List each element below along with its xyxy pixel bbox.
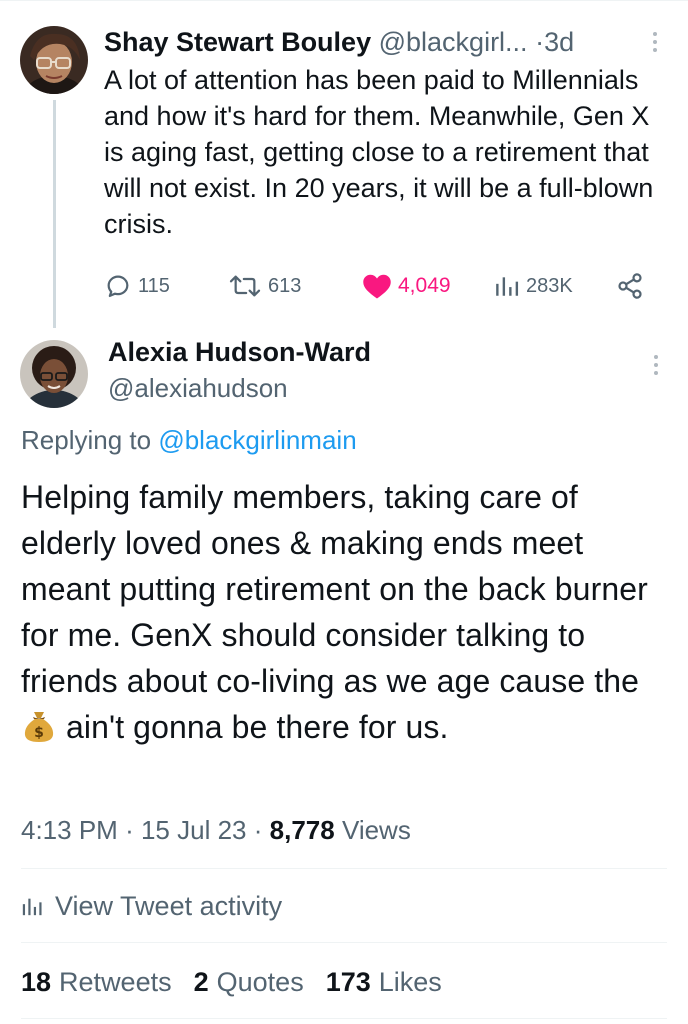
meta-separator: · [253, 815, 263, 845]
parent-tweet-time[interactable]: 3d [544, 27, 574, 57]
like-button[interactable]: 4,049 [362, 266, 451, 306]
view-tweet-activity-button[interactable]: View Tweet activity [21, 886, 282, 926]
more-options-icon[interactable] [646, 355, 666, 379]
tweet-text-part-1: Helping family members, taking care of e… [21, 479, 648, 699]
share-button[interactable] [616, 266, 644, 306]
reply-button[interactable]: 115 [104, 266, 170, 306]
share-icon [618, 273, 642, 299]
tweet-date[interactable]: 15 Jul 23 [141, 815, 247, 845]
parent-author-handle[interactable]: @blackgirl... [379, 27, 528, 57]
retweets-count[interactable]: 18 [21, 967, 51, 998]
focused-author-handle[interactable]: @alexiahudson [108, 370, 288, 406]
tweet-time[interactable]: 4:13 PM [21, 815, 118, 845]
engagement-counts: 18 Retweets 2 Quotes 173 Likes [21, 962, 464, 1002]
retweet-icon [229, 275, 261, 297]
parent-tweet-actions: 115 613 4,049 283K [104, 266, 664, 306]
more-options-icon[interactable] [644, 32, 666, 56]
retweets-label[interactable]: Retweets [59, 967, 172, 998]
parent-tweet-header: Shay Stewart Bouley @blackgirl... ·3d [104, 22, 644, 62]
focused-author-name[interactable]: Alexia Hudson-Ward [108, 334, 371, 370]
analytics-icon [496, 277, 519, 296]
tweet-meta-line: 4:13 PM · 15 Jul 23 · 8,778 Views [21, 810, 411, 850]
quotes-label[interactable]: Quotes [217, 967, 304, 998]
heart-filled-icon [363, 274, 391, 299]
header-separator: · [535, 27, 545, 57]
divider [21, 942, 667, 943]
focused-author-avatar[interactable] [20, 340, 88, 408]
view-tweet-activity-label: View Tweet activity [55, 890, 283, 921]
retweet-count: 613 [268, 274, 302, 297]
top-divider [0, 0, 688, 1]
svg-text:$: $ [34, 725, 44, 741]
replying-to-prefix: Replying to [21, 425, 152, 455]
analytics-icon [22, 898, 42, 916]
replying-to-line: Replying to @blackgirlinmain [21, 422, 357, 458]
money-bag-icon: $ [24, 712, 54, 742]
divider [21, 868, 667, 869]
quotes-count[interactable]: 2 [194, 967, 209, 998]
likes-count[interactable]: 173 [326, 967, 371, 998]
thread-connector-line [53, 100, 56, 328]
reply-icon [107, 275, 129, 298]
views-label: Views [341, 815, 411, 845]
views-button[interactable]: 283K [494, 266, 573, 306]
retweet-button[interactable]: 613 [228, 266, 301, 306]
parent-author-name[interactable]: Shay Stewart Bouley [104, 27, 371, 57]
focused-tweet-text: Helping family members, taking care of e… [21, 474, 675, 750]
like-count: 4,049 [398, 274, 451, 297]
parent-tweet-text: A lot of attention has been paid to Mill… [104, 65, 654, 239]
parent-author-avatar[interactable] [20, 26, 88, 94]
views-count: 283K [526, 274, 573, 297]
reply-count: 115 [138, 274, 170, 297]
likes-label[interactable]: Likes [379, 967, 442, 998]
divider [21, 1018, 667, 1019]
replying-to-mention[interactable]: @blackgirlinmain [158, 425, 356, 455]
views-count: 8,778 [269, 815, 335, 845]
tweet-text-part-2: ain't gonna be there for us. [57, 709, 449, 745]
meta-separator: · [125, 815, 134, 845]
